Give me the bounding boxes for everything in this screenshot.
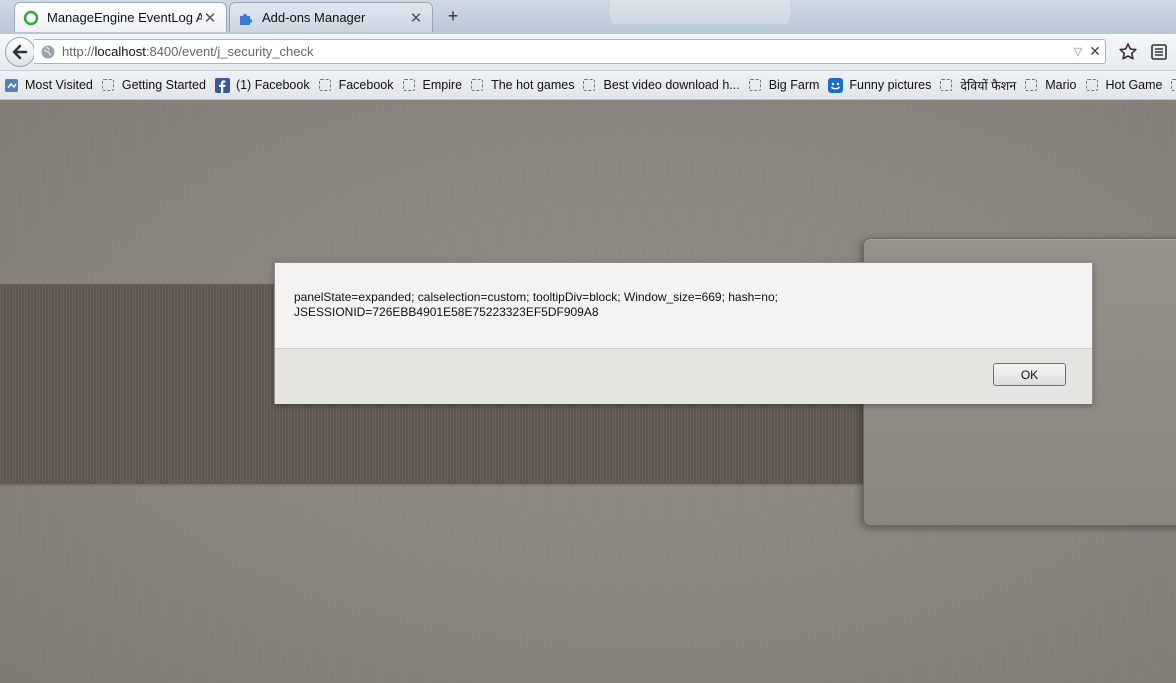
bookmark-star-icon[interactable] xyxy=(1118,42,1138,62)
placeholder-icon xyxy=(101,79,114,91)
bookmark-label: Funny pictures xyxy=(849,78,932,92)
bookmark-the-hot-games[interactable]: The hot games xyxy=(471,78,574,92)
bookmark-label: Big Farm xyxy=(768,78,820,92)
placeholder-icon xyxy=(1085,79,1098,91)
close-tab-icon[interactable]: ✕ xyxy=(202,9,218,27)
bookmarks-toolbar: Most Visited Getting Started (1) Faceboo… xyxy=(0,71,1176,100)
history-dropdown-icon[interactable]: ▽ xyxy=(1071,45,1085,58)
placeholder-icon xyxy=(1171,79,1176,91)
bookmark-label: The hot games xyxy=(491,78,575,92)
bookmark-label: Getting Started xyxy=(121,78,206,92)
bookmark-facebook-1[interactable]: (1) Facebook xyxy=(214,77,310,93)
alert-footer: OK xyxy=(275,349,1092,404)
bookmark-getting-started[interactable]: Getting Started xyxy=(101,78,206,92)
url-scheme: http:// xyxy=(62,44,95,59)
tab-label: Add-ons Manager xyxy=(262,10,366,25)
placeholder-icon xyxy=(940,79,953,91)
bookmark-hot-game[interactable]: Hot Game xyxy=(1085,78,1163,92)
url-host: localhost xyxy=(94,44,146,59)
tab-manageengine[interactable]: ManageEngine EventLog A... ✕ xyxy=(14,2,227,32)
bookmark-label: Empire xyxy=(422,78,463,92)
back-arrow-icon xyxy=(12,44,28,60)
placeholder-icon xyxy=(583,79,596,91)
placeholder-icon xyxy=(318,79,331,91)
bookmark-funny-pictures[interactable]: Funny pictures xyxy=(828,77,932,93)
stop-icon[interactable]: ✕ xyxy=(1085,43,1105,60)
bookmark-best-video-download[interactable]: Best video download h... xyxy=(583,78,740,92)
close-tab-icon[interactable]: ✕ xyxy=(408,9,424,27)
address-bar[interactable]: http://localhost:8400/event/j_security_c… xyxy=(34,39,1106,64)
bookmark-deviyon-fashion[interactable]: देवियों फैशन xyxy=(940,77,1016,94)
bookmark-label: Most Visited xyxy=(25,78,93,92)
bookmark-label: Hot Game xyxy=(1105,78,1163,92)
bookmarks-menu-icon[interactable] xyxy=(1150,42,1168,62)
placeholder-icon xyxy=(1025,79,1038,91)
alert-message: panelState=expanded; calselection=custom… xyxy=(275,263,1092,349)
url-text[interactable]: http://localhost:8400/event/j_security_c… xyxy=(62,44,1071,59)
bookmark-big-farm[interactable]: Big Farm xyxy=(748,78,820,92)
smiley-icon xyxy=(828,77,844,93)
new-tab-button[interactable]: + xyxy=(443,6,463,26)
loading-spinner-icon xyxy=(23,10,39,25)
bookmark-empire[interactable]: Empire xyxy=(402,78,463,92)
bookmark-label: Facebook xyxy=(338,78,394,92)
back-button[interactable] xyxy=(5,37,35,67)
placeholder-icon xyxy=(402,79,415,91)
bookmark-label: Mario xyxy=(1045,78,1077,92)
alert-dialog: panelState=expanded; calselection=custom… xyxy=(274,262,1093,404)
bookmark-label: Best video download h... xyxy=(603,78,740,92)
alert-message-line-2: JSESSIONID=726EBB4901E58E75223323EF5DF90… xyxy=(294,305,599,319)
placeholder-icon xyxy=(471,79,484,91)
tab-strip: ManageEngine EventLog A... ✕ Add-ons Man… xyxy=(0,0,1176,34)
puzzle-piece-icon xyxy=(240,13,252,25)
facebook-icon xyxy=(214,77,230,93)
ok-button[interactable]: OK xyxy=(993,363,1066,386)
placeholder-icon xyxy=(748,79,761,91)
titlebar-ghost xyxy=(610,0,790,24)
most-visited-icon xyxy=(5,78,18,92)
tab-label: ManageEngine EventLog A... xyxy=(47,10,202,25)
bookmark-facebook[interactable]: Facebook xyxy=(318,78,394,92)
url-path: :8400/event/j_security_check xyxy=(145,44,314,59)
globe-icon xyxy=(41,45,55,58)
tab-addons-manager[interactable]: Add-ons Manager ✕ xyxy=(229,2,433,32)
bookmark-most-visited[interactable]: Most Visited xyxy=(4,78,93,93)
bookmark-lightningr[interactable]: lightningr xyxy=(1171,78,1176,92)
navigation-toolbar: http://localhost:8400/event/j_security_c… xyxy=(0,34,1176,71)
bookmark-label: (1) Facebook xyxy=(235,78,310,92)
alert-message-line-1: panelState=expanded; calselection=custom… xyxy=(294,290,778,304)
bookmark-label: देवियों फैशन xyxy=(960,78,1017,93)
bookmark-mario[interactable]: Mario xyxy=(1025,78,1077,92)
